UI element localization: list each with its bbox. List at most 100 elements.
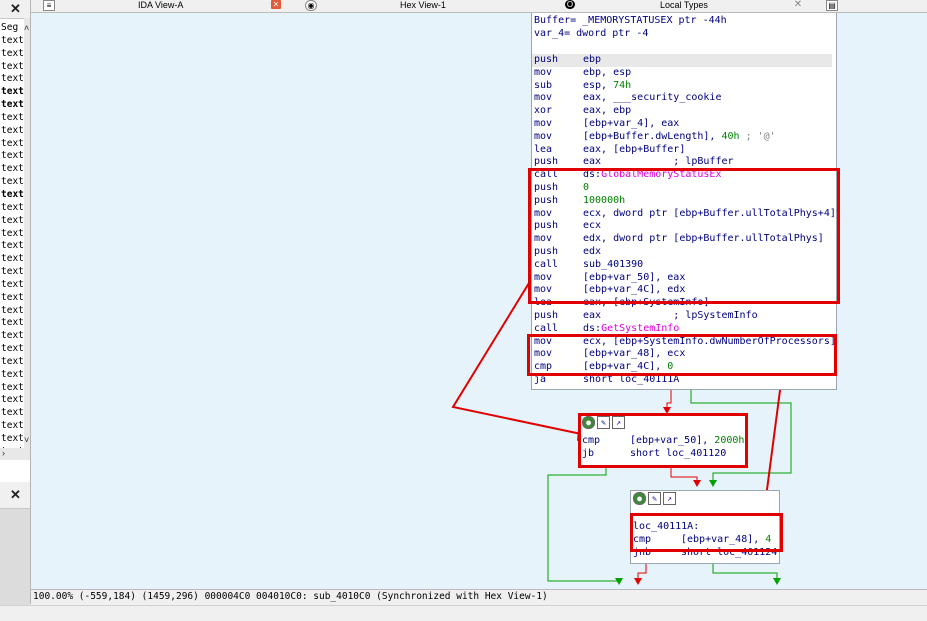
segment-item[interactable]: text — [0, 369, 24, 382]
segment-item[interactable]: text — [0, 99, 24, 112]
asm-instruction[interactable]: cmp [ebp+var_4C], 0 — [534, 361, 673, 374]
asm-instruction[interactable]: mov [ebp+var_50], eax — [534, 272, 685, 285]
asm-instruction[interactable]: call ds:GlobalMemoryStatusEx — [534, 169, 721, 182]
basic-block-loc-40111a[interactable]: ● ✎ ↗ loc_40111A: cmp [ebp+var_48], 4 jnb sho… — [630, 490, 780, 564]
asm-instruction[interactable]: mov ecx, dword ptr [ebp+Buffer.ullTotalPh… — [534, 208, 836, 221]
segment-item[interactable]: text — [0, 305, 24, 318]
segment-item[interactable]: text — [0, 73, 24, 86]
segment-item[interactable]: text — [0, 356, 24, 369]
asm-instruction[interactable]: mov [ebp+Buffer.dwLength], 40h ; '@' — [534, 131, 776, 144]
asm-operand: esp, — [583, 79, 614, 91]
tab-ida-view-close-icon[interactable]: ✕ — [271, 0, 281, 9]
segment-item[interactable]: text — [0, 125, 24, 138]
asm-instruction[interactable]: call ds:GetSystemInfo — [534, 323, 679, 336]
structures-tab-icon[interactable]: ▤ — [826, 0, 838, 11]
asm-instruction[interactable]: push 100000h — [534, 195, 625, 208]
segments-vertical-scrollbar[interactable]: ˄ ˅ — [24, 18, 30, 448]
segment-item[interactable]: text — [0, 112, 24, 125]
rename-icon[interactable]: ✎ — [648, 492, 661, 505]
ida-view-icon: ≡ — [43, 0, 55, 11]
segments-close-button[interactable]: ✕ — [10, 2, 21, 16]
asm-operand: eax — [583, 310, 602, 321]
graph-icon[interactable]: ↗ — [663, 492, 676, 505]
asm-instruction[interactable]: lea eax, [ebp+SystemInfo] — [534, 297, 709, 310]
segment-item[interactable]: text — [0, 292, 24, 305]
asm-instruction[interactable]: lea eax, [ebp+Buffer] — [534, 144, 685, 157]
asm-operand: ebp — [583, 54, 602, 65]
segment-item[interactable]: text — [0, 240, 24, 253]
segment-item[interactable]: text — [0, 433, 24, 446]
asm-instruction[interactable]: mov edx, dword ptr [ebp+Buffer.ullTotalPh… — [534, 233, 824, 246]
asm-instruction[interactable]: mov ebp, esp — [534, 67, 631, 80]
scroll-right-icon[interactable]: › — [2, 449, 5, 458]
asm-instruction[interactable]: mov [ebp+var_4], eax — [534, 118, 679, 131]
segment-item[interactable]: text — [0, 407, 24, 420]
asm-instruction[interactable]: push ebp — [534, 54, 601, 67]
segment-item[interactable]: text — [0, 343, 24, 356]
segment-item[interactable]: text — [0, 215, 24, 228]
asm-instruction[interactable]: push 0 — [534, 182, 589, 195]
lower-pane-close-button[interactable]: ✕ — [10, 488, 21, 502]
segment-item[interactable]: text — [0, 253, 24, 266]
segment-item[interactable]: text — [0, 279, 24, 292]
segment-item[interactable]: text — [0, 317, 24, 330]
tab-hex-view-1[interactable]: Hex View-1 — [400, 0, 446, 12]
segment-item[interactable]: text — [0, 382, 24, 395]
segment-item[interactable]: text — [0, 330, 24, 343]
graph-icon[interactable]: ↗ — [612, 416, 625, 429]
segment-item[interactable]: text — [0, 150, 24, 163]
color-icon[interactable]: ● — [633, 492, 646, 505]
segment-item[interactable]: text — [0, 189, 24, 202]
basic-block-cmp-var50[interactable]: ● ✎ ↗ cmp [ebp+var_50], 2000h jb short loc_40… — [579, 414, 747, 468]
asm-instruction[interactable]: sub esp, 74h — [534, 80, 631, 93]
asm-instruction[interactable]: xor eax, ebp — [534, 105, 631, 118]
asm-instruction[interactable]: mov eax, ___security_cookie — [534, 92, 721, 105]
rename-icon[interactable]: ✎ — [597, 416, 610, 429]
asm-operand: [ebp+Buffer.dwLength], — [583, 130, 722, 142]
segment-item[interactable]: text — [0, 266, 24, 279]
asm-instruction[interactable]: jnb short loc_401124 — [633, 547, 777, 560]
asm-instruction[interactable]: cmp [ebp+var_50], 2000h — [582, 435, 744, 448]
tab-local-types-close-icon[interactable]: ✕ — [793, 0, 803, 10]
scroll-up-icon[interactable]: ˄ — [24, 24, 29, 33]
segment-item[interactable]: text — [0, 138, 24, 151]
segment-item[interactable]: Seg — [0, 22, 24, 35]
tab-local-types[interactable]: Local Types — [660, 0, 708, 12]
asm-instruction[interactable]: push eax ; lpBuffer — [534, 156, 734, 169]
segment-item[interactable]: text — [0, 176, 24, 189]
asm-mnemonic: mov — [534, 271, 553, 283]
asm-instruction[interactable]: mov ecx, [ebp+SystemInfo.dwNumberOfProces… — [534, 336, 836, 349]
segment-item[interactable]: text — [0, 61, 24, 74]
asm-operand: ebp, esp — [583, 66, 632, 78]
block3-header-icons: ● ✎ ↗ — [633, 492, 678, 505]
block3-label[interactable]: loc_40111A: — [633, 521, 699, 534]
ida-graph-view[interactable]: Buffer= _MEMORYSTATUSEX ptr -44h var_4= d… — [31, 13, 927, 589]
asm-instruction[interactable]: ja short loc_40111A — [534, 374, 679, 387]
asm-instruction[interactable]: push edx — [534, 246, 601, 259]
segment-item[interactable]: text — [0, 86, 24, 99]
asm-instruction[interactable]: push eax ; lpSystemInfo — [534, 310, 758, 323]
asm-instruction[interactable]: jb short loc_401120 — [582, 448, 726, 461]
segment-item[interactable]: text — [0, 202, 24, 215]
asm-instruction[interactable]: cmp [ebp+var_48], 4 — [633, 534, 771, 547]
tab-ida-view-a[interactable]: IDA View-A — [138, 0, 183, 12]
segment-item[interactable]: text — [0, 163, 24, 176]
scroll-down-icon[interactable]: ˅ — [24, 436, 29, 445]
asm-mnemonic: sub — [534, 79, 553, 91]
asm-instruction[interactable]: mov [ebp+var_4C], edx — [534, 284, 685, 297]
stack-var-declaration[interactable]: var_4= dword ptr -4 — [534, 28, 648, 41]
segment-item[interactable]: text — [0, 394, 24, 407]
stack-var-declaration[interactable]: Buffer= _MEMORYSTATUSEX ptr -44h — [534, 15, 727, 28]
segments-horizontal-scrollbar[interactable]: › — [0, 448, 30, 460]
asm-instruction[interactable]: push ecx — [534, 220, 601, 233]
basic-block-main[interactable]: Buffer= _MEMORYSTATUSEX ptr -44h var_4= d… — [531, 13, 837, 390]
asm-operand: eax, ___security_cookie — [583, 92, 722, 104]
asm-instruction[interactable]: call sub_401390 — [534, 259, 643, 272]
segment-item[interactable]: text — [0, 35, 24, 48]
asm-mnemonic: push — [534, 310, 559, 321]
segment-item[interactable]: text — [0, 48, 24, 61]
asm-instruction[interactable]: mov [ebp+var_48], ecx — [534, 348, 685, 361]
segment-item[interactable]: text — [0, 228, 24, 241]
color-icon[interactable]: ● — [582, 416, 595, 429]
segment-item[interactable]: text — [0, 420, 24, 433]
